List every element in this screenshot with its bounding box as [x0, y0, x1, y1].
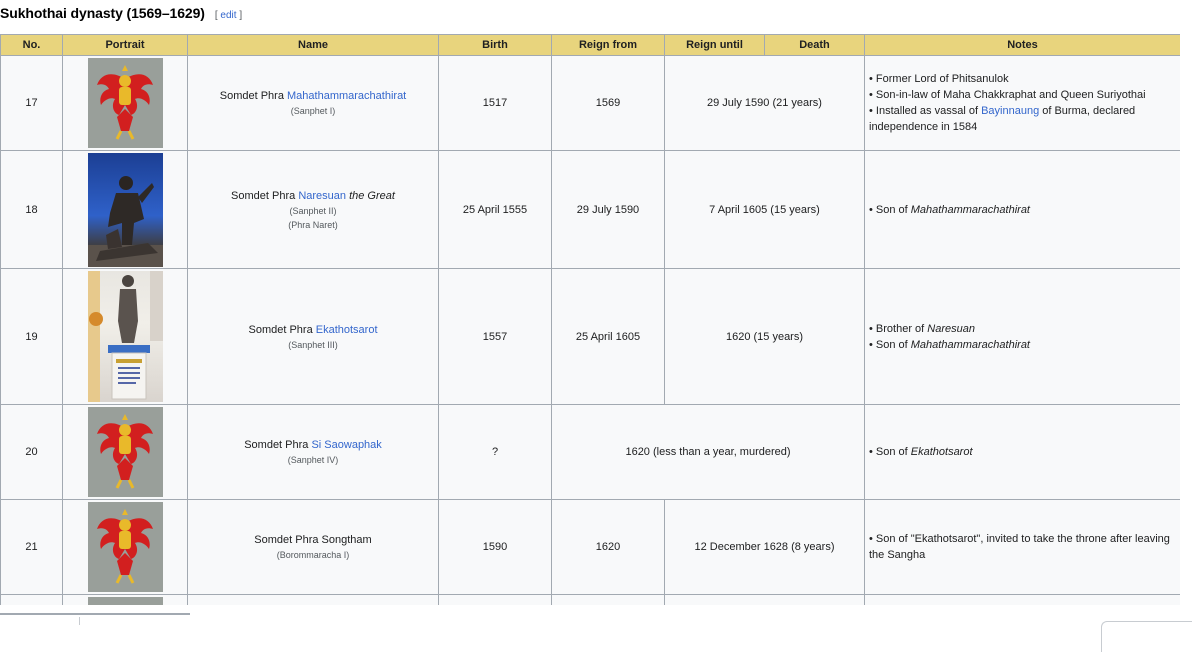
note-item: • Son of "Ekathotsarot", invited to take…: [869, 533, 1170, 561]
cell-notes: • Brother of Naresuan • Son of Mahathamm…: [864, 268, 1180, 405]
floating-panel-edge: [1101, 621, 1192, 652]
note-item: • Son-in-law of Maha Chakkraphat and Que…: [869, 89, 1146, 101]
next-section-heading-clipped: [0, 610, 200, 616]
garuda-emblem-image[interactable]: [87, 502, 163, 592]
garuda-icon: [97, 65, 153, 140]
cell-reign-from: 29 July 1590: [551, 150, 665, 269]
edit-link[interactable]: edit: [220, 10, 236, 21]
cell-reign-merged: 1620 (less than a year, murdered): [551, 404, 865, 500]
alt-name: (Borommaracha I): [276, 550, 350, 560]
cell-no: 21: [0, 499, 63, 595]
cell-birth: 1517: [438, 55, 552, 151]
cell-portrait: [62, 499, 188, 595]
col-header-reign-until[interactable]: Reign until: [664, 34, 765, 56]
cell-birth: ?: [438, 404, 552, 500]
table-row-partial: [0, 594, 1180, 605]
cell-no: 17: [0, 55, 63, 151]
cell-reign-from: 1620: [551, 499, 665, 595]
alt-name: (Sanphet IV): [287, 455, 339, 465]
rulers-table: No. Portrait Name Birth Reign from Reign…: [0, 34, 1180, 605]
bayinnaung-link[interactable]: Bayinnaung: [981, 105, 1039, 117]
cell-reign-from: 25 April 1605: [551, 268, 665, 405]
ruler-link[interactable]: Naresuan: [298, 190, 346, 202]
note-item: • Installed as vassal of Bayinnaung of B…: [869, 105, 1136, 133]
garuda-emblem-image[interactable]: [87, 58, 163, 148]
section-heading: Sukhothai dynasty (1569–1629) [ edit ]: [0, 5, 242, 25]
table-row: 19 Somdet Phra Ekathotsarot (Sanphet III…: [0, 268, 1180, 405]
cell-birth: 1590: [438, 499, 552, 595]
garuda-icon: [97, 414, 153, 489]
col-header-birth[interactable]: Birth: [438, 34, 552, 56]
alt-name: (Sanphet III): [288, 339, 338, 350]
cell-no: 19: [0, 268, 63, 405]
ekathotsarot-statue-image[interactable]: [87, 271, 163, 402]
cell-portrait: [62, 268, 188, 405]
note-item: • Son of Mahathammarachathirat: [869, 338, 1030, 351]
cell-name: Somdet Phra Mahathammarachathirat (Sanph…: [187, 55, 439, 151]
statue-photo-icon: [87, 271, 163, 402]
cell-portrait: [62, 150, 188, 269]
section-title: Sukhothai dynasty (1569–1629): [0, 5, 205, 21]
alt-name: (Phra Naret): [288, 219, 338, 230]
garuda-emblem-image-partial[interactable]: [87, 596, 163, 605]
note-item: • Former Lord of Phitsanulok: [869, 73, 1009, 85]
garuda-emblem-image[interactable]: [87, 407, 163, 497]
cell-name: Somdet Phra Songtham (Borommaracha I): [187, 499, 439, 595]
note-item: • Son of Ekathotsarot: [869, 446, 973, 458]
cell-portrait: [62, 404, 188, 500]
col-header-death[interactable]: Death: [764, 34, 865, 56]
edit-section: [ edit ]: [214, 10, 243, 21]
note-item: • Son of Mahathammarachathirat: [869, 203, 1030, 216]
ruler-link[interactable]: Songtham: [322, 534, 372, 546]
cell-notes: • Former Lord of Phitsanulok • Son-in-la…: [864, 55, 1180, 151]
table-row: 21 Somdet Phra Songtham (Borommaracha I): [0, 499, 1180, 595]
col-header-notes[interactable]: Notes: [864, 34, 1180, 56]
table-header-row: No. Portrait Name Birth Reign from Reign…: [0, 34, 1180, 56]
ruler-link[interactable]: Mahathammarachathirat: [287, 90, 406, 102]
cell-notes: • Son of Mahathammarachathirat: [864, 150, 1180, 269]
ruler-link[interactable]: Ekathotsarot: [316, 324, 378, 336]
cell-name: Somdet Phra Ekathotsarot (Sanphet III): [187, 268, 439, 405]
cell-no: 20: [0, 404, 63, 500]
cell-birth: 25 April 1555: [438, 150, 552, 269]
naresuan-statue-image[interactable]: [87, 152, 163, 267]
cell-no: 18: [0, 150, 63, 269]
divider: [79, 617, 80, 625]
col-header-portrait[interactable]: Portrait: [62, 34, 188, 56]
cell-reign-until-death: 7 April 1605 (15 years): [664, 150, 865, 269]
alt-name: (Sanphet II): [289, 205, 337, 216]
cell-notes: • Son of Ekathotsarot: [864, 404, 1180, 500]
cell-reign-until-death: 12 December 1628 (8 years): [664, 499, 865, 595]
col-header-name[interactable]: Name: [187, 34, 439, 56]
col-header-no[interactable]: No.: [0, 34, 63, 56]
table-row: 18 Somdet Phra Naresuan the Great (Sanph…: [0, 150, 1180, 269]
table-row: 20 Somdet Phra Si Saowaphak (Sanphet IV): [0, 404, 1180, 500]
cell-name: Somdet Phra Naresuan the Great (Sanphet …: [187, 150, 439, 269]
cell-birth: 1557: [438, 268, 552, 405]
cell-portrait: [62, 55, 188, 151]
note-item: • Brother of Naresuan: [869, 322, 975, 335]
alt-name: (Sanphet I): [290, 106, 336, 116]
cell-name: Somdet Phra Si Saowaphak (Sanphet IV): [187, 404, 439, 500]
table-row: 17 Somdet Phra Mahathammarachathirat (Sa…: [0, 55, 1180, 151]
statue-photo-icon: [87, 175, 163, 267]
cell-reign-from: 1569: [551, 55, 665, 151]
cell-notes: • Son of "Ekathotsarot", invited to take…: [864, 499, 1180, 595]
cell-reign-until-death: 29 July 1590 (21 years): [664, 55, 865, 151]
cell-reign-until-death: 1620 (15 years): [664, 268, 865, 405]
garuda-icon: [97, 509, 153, 584]
ruler-link[interactable]: Si Saowaphak: [311, 439, 381, 451]
col-header-reign-from[interactable]: Reign from: [551, 34, 665, 56]
rulers-table-viewport: No. Portrait Name Birth Reign from Reign…: [0, 34, 1180, 605]
